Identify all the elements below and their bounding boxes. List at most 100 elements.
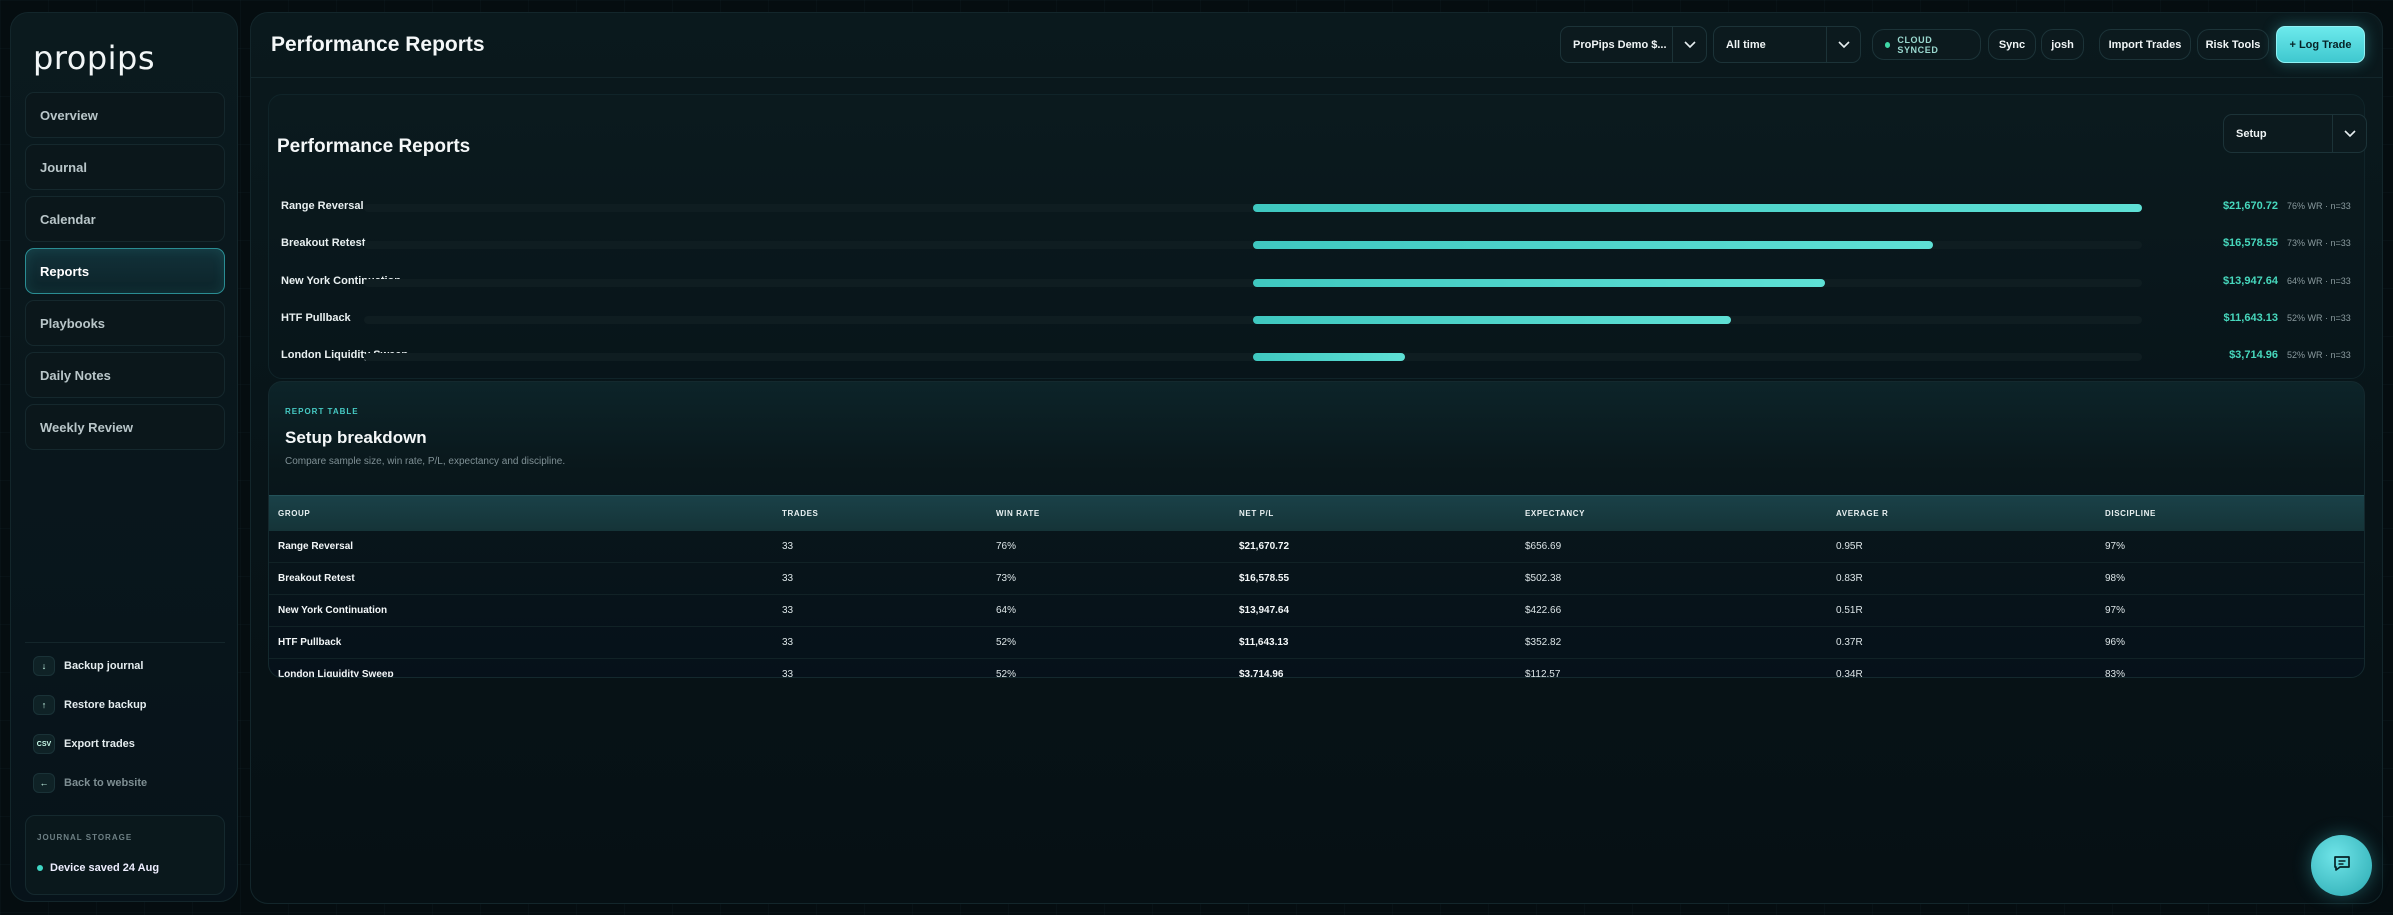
bar-value: $3,714.96 [2229, 349, 2278, 361]
table-row[interactable]: New York Continuation 33 64% $13,947.64 … [269, 595, 2364, 627]
sidebar-item-reports[interactable]: Reports [25, 248, 225, 294]
table-row[interactable]: Breakout Retest 33 73% $16,578.55 $502.3… [269, 563, 2364, 595]
period-select-value: All time [1726, 38, 1766, 51]
journal-storage-card: JOURNAL STORAGE Device saved 24 Aug [25, 815, 225, 895]
cell-group: HTF Pullback [278, 637, 342, 648]
cell-trades: 33 [782, 541, 794, 552]
sidebar-actions: ↓ Backup journal ↑ Restore backup CSV Ex… [33, 655, 233, 811]
cell-average-r: 0.83R [1836, 573, 1863, 584]
status-dot-icon [37, 865, 43, 871]
report-table-kicker: REPORT TABLE [285, 407, 359, 416]
sidebar: propips Overview Journal Calendar Report… [10, 12, 238, 902]
bar-track [364, 316, 2142, 324]
bar-value: $11,643.13 [2223, 312, 2278, 324]
user-menu-button[interactable]: josh [2041, 29, 2084, 60]
bar-row: Breakout Retest $16,578.55 73% WR · n=33 [269, 234, 2364, 254]
cell-average-r: 0.34R [1836, 669, 1863, 678]
cell-discipline: 97% [2105, 605, 2126, 616]
cell-expectancy: $352.82 [1525, 637, 1562, 648]
bar-label: Range Reversal [281, 200, 364, 212]
setup-breakdown-card: REPORT TABLE Setup breakdown Compare sam… [268, 381, 2365, 678]
cell-discipline: 96% [2105, 637, 2126, 648]
column-header-discipline[interactable]: DISCIPLINE [2105, 509, 2156, 518]
cell-expectancy: $422.66 [1525, 605, 1562, 616]
backup-journal-label: Backup journal [64, 660, 144, 672]
import-trades-button[interactable]: Import Trades [2099, 29, 2191, 60]
cell-net-pl: $3,714.96 [1239, 669, 1284, 678]
cell-average-r: 0.95R [1836, 541, 1863, 552]
cloud-sync-status: CLOUD SYNCED [1872, 29, 1981, 60]
period-select[interactable]: All time [1713, 26, 1861, 63]
column-header-net-pl[interactable]: NET P/L [1239, 509, 1274, 518]
group-by-select[interactable]: Setup [2223, 114, 2367, 153]
performance-bars-card: Performance Reports Setup Range Reversal… [268, 94, 2367, 379]
sidebar-divider [25, 642, 225, 643]
cell-trades: 33 [782, 573, 794, 584]
cell-win-rate: 52% [996, 637, 1017, 648]
back-to-website-link[interactable]: ← Back to website [33, 772, 233, 794]
column-header-average-r[interactable]: AVERAGE R [1836, 509, 1888, 518]
report-table-title: Setup breakdown [285, 428, 427, 447]
sidebar-item-journal[interactable]: Journal [25, 144, 225, 190]
account-select[interactable]: ProPips Demo $... [1560, 26, 1707, 63]
report-table-subtitle: Compare sample size, win rate, P/L, expe… [285, 456, 566, 467]
table-header: GROUP TRADES WIN RATE NET P/L EXPECTANCY… [269, 495, 2364, 531]
cell-discipline: 83% [2105, 669, 2126, 678]
column-header-trades[interactable]: TRADES [782, 509, 819, 518]
bars-card-title: Performance Reports [277, 136, 471, 157]
group-by-value: Setup [2236, 127, 2267, 140]
bar-meta: 73% WR · n=33 [2287, 238, 2351, 248]
sidebar-item-overview[interactable]: Overview [25, 92, 225, 138]
cell-trades: 33 [782, 669, 794, 678]
storage-status-text: Device saved 24 Aug [50, 862, 160, 874]
bar-value: $21,670.72 [2222, 200, 2278, 212]
main-panel: Performance Reports ProPips Demo $... Al… [250, 12, 2383, 904]
cell-expectancy: $112.57 [1525, 669, 1561, 678]
bar-fill [1253, 204, 2142, 212]
restore-backup-label: Restore backup [64, 699, 147, 711]
bar-track [364, 241, 2142, 249]
log-trade-button[interactable]: + Log Trade [2276, 26, 2365, 63]
cell-net-pl: $16,578.55 [1239, 573, 1290, 584]
cell-net-pl: $21,670.72 [1239, 541, 1290, 552]
table-row[interactable]: HTF Pullback 33 52% $11,643.13 $352.82 0… [269, 627, 2364, 659]
cell-discipline: 98% [2105, 573, 2126, 584]
sync-button[interactable]: Sync [1988, 29, 2036, 60]
bar-label: HTF Pullback [281, 312, 351, 324]
bar-row: London Liquidity Sweep $3,714.96 52% WR … [269, 346, 2364, 366]
sidebar-item-weekly-review[interactable]: Weekly Review [25, 404, 225, 450]
export-trades-button[interactable]: CSV Export trades [33, 733, 233, 755]
table-row[interactable]: London Liquidity Sweep 33 52% $3,714.96 … [269, 659, 2364, 678]
cell-win-rate: 64% [996, 605, 1017, 616]
cloud-status-text: CLOUD SYNCED [1897, 34, 1939, 55]
column-header-group[interactable]: GROUP [278, 509, 310, 518]
restore-backup-button[interactable]: ↑ Restore backup [33, 694, 233, 716]
table-row[interactable]: Range Reversal 33 76% $21,670.72 $656.69… [269, 531, 2364, 563]
upload-icon: ↑ [33, 695, 55, 715]
cell-net-pl: $13,947.64 [1239, 605, 1290, 616]
account-select-value: ProPips Demo $... [1573, 38, 1667, 51]
sidebar-item-daily-notes[interactable]: Daily Notes [25, 352, 225, 398]
bar-value: $16,578.55 [2222, 237, 2278, 249]
storage-status: Device saved 24 Aug [37, 862, 159, 874]
export-trades-label: Export trades [64, 738, 135, 750]
cell-group: Range Reversal [278, 541, 354, 552]
brand-logo[interactable]: propips [33, 39, 155, 77]
cell-win-rate: 73% [996, 573, 1017, 584]
cloud-status-dot-icon [1885, 41, 1891, 48]
sidebar-item-playbooks[interactable]: Playbooks [25, 300, 225, 346]
chevron-down-icon [2332, 115, 2366, 152]
bar-track [364, 204, 2142, 212]
chat-button[interactable] [2311, 835, 2372, 896]
column-header-win-rate[interactable]: WIN RATE [996, 509, 1040, 518]
bar-meta: 64% WR · n=33 [2287, 276, 2351, 286]
sidebar-item-calendar[interactable]: Calendar [25, 196, 225, 242]
cell-trades: 33 [782, 637, 794, 648]
cell-average-r: 0.37R [1836, 637, 1863, 648]
back-to-website-label: Back to website [64, 777, 148, 789]
risk-tools-button[interactable]: Risk Tools [2197, 29, 2269, 60]
bar-row: Range Reversal $21,670.72 76% WR · n=33 [269, 197, 2364, 217]
cell-group: Breakout Retest [278, 573, 355, 584]
backup-journal-button[interactable]: ↓ Backup journal [33, 655, 233, 677]
column-header-expectancy[interactable]: EXPECTANCY [1525, 509, 1585, 518]
